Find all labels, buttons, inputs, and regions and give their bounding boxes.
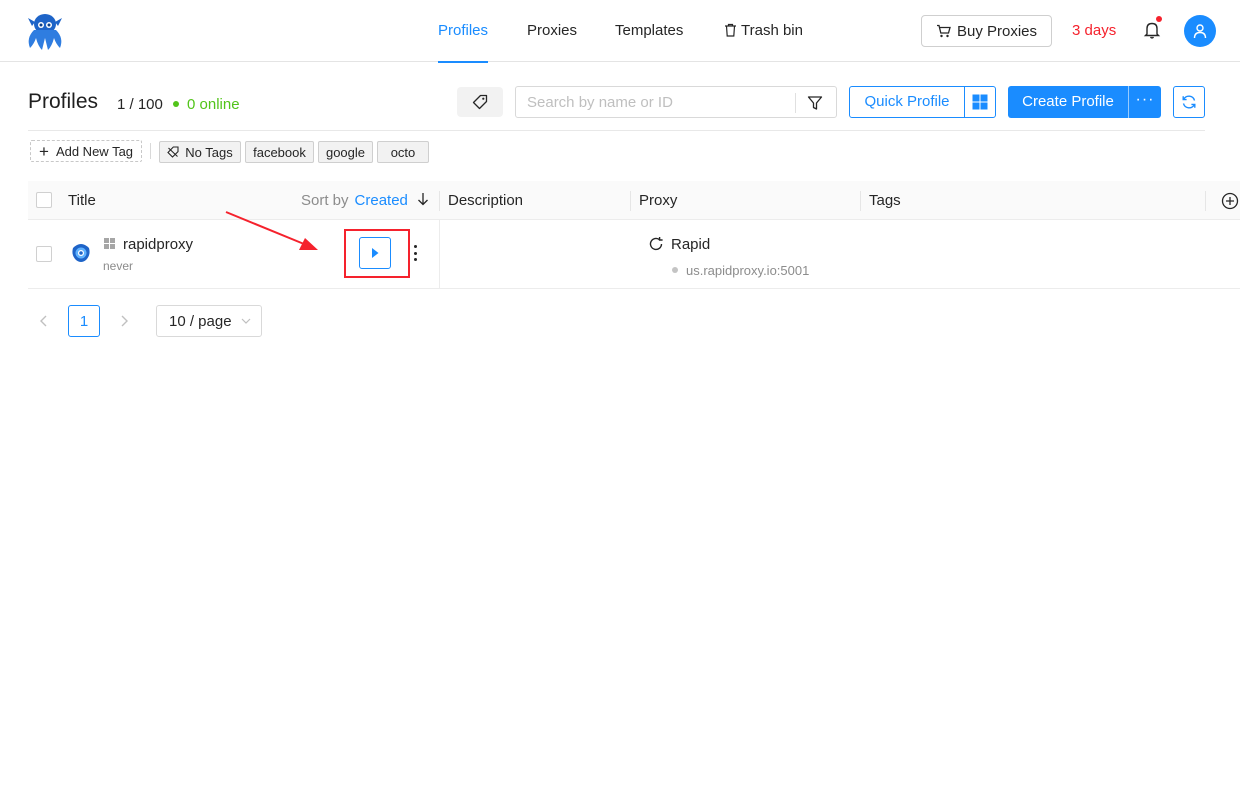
refresh-icon xyxy=(1182,95,1196,109)
tab-proxies-label: Proxies xyxy=(527,22,578,39)
profile-name[interactable]: rapidproxy xyxy=(123,236,193,253)
plus-icon: + xyxy=(39,141,49,161)
chevron-down-icon xyxy=(241,318,251,324)
tag-chip-facebook[interactable]: facebook xyxy=(245,141,314,163)
online-dot xyxy=(173,101,179,107)
no-tag-icon xyxy=(167,146,179,158)
tag-chip-label: google xyxy=(325,144,366,160)
dot xyxy=(413,245,417,248)
column-divider xyxy=(630,191,631,211)
tag-filter-button[interactable] xyxy=(457,87,503,117)
proxy-host: us.rapidproxy.io:5001 xyxy=(686,263,810,278)
tag-chip-google[interactable]: google xyxy=(318,141,373,163)
sort-control: Sort by Created xyxy=(301,181,429,220)
start-profile-button[interactable] xyxy=(359,237,391,269)
tab-profiles[interactable]: Profiles xyxy=(438,0,489,63)
tab-templates-label: Templates xyxy=(615,22,684,39)
next-page-icon[interactable] xyxy=(116,312,132,330)
filter-icon[interactable] xyxy=(806,94,824,112)
sort-by-label: Sort by xyxy=(301,192,349,209)
windows-icon xyxy=(972,94,988,110)
tab-profiles-label: Profiles xyxy=(438,22,489,39)
tag-chip-label: facebook xyxy=(253,144,306,160)
search-divider xyxy=(795,93,796,113)
tag-chip-octo[interactable]: octo xyxy=(377,141,429,163)
column-tags: Tags xyxy=(869,192,901,209)
tab-proxies[interactable]: Proxies xyxy=(527,0,577,62)
tab-trash-bin-label: Trash bin xyxy=(741,22,803,39)
page-title: Profiles xyxy=(28,90,99,113)
search-input[interactable] xyxy=(516,87,796,117)
row-actions-menu-button[interactable] xyxy=(409,242,421,264)
tag-icon xyxy=(472,94,488,110)
create-profile-more-button[interactable]: ··· xyxy=(1129,86,1161,118)
trash-icon xyxy=(725,23,736,37)
online-status: 0 online xyxy=(173,96,240,113)
dot xyxy=(413,251,417,255)
add-new-tag-button[interactable]: + Add New Tag xyxy=(30,140,142,162)
search-box xyxy=(515,86,837,118)
user-icon xyxy=(1193,24,1207,39)
no-tags-label: No Tags xyxy=(185,144,233,160)
trial-days-remaining: 3 days xyxy=(1072,22,1117,39)
previous-page-icon[interactable] xyxy=(36,312,52,330)
column-divider xyxy=(1205,191,1206,211)
row-checkbox[interactable] xyxy=(36,246,52,262)
column-divider xyxy=(860,191,861,211)
play-icon xyxy=(372,248,379,258)
profile-browser-icon xyxy=(72,244,90,262)
online-count: 0 online xyxy=(187,96,240,113)
tag-chip-no-tags[interactable]: No Tags xyxy=(159,141,241,163)
tag-divider xyxy=(150,143,151,159)
dot xyxy=(413,258,417,261)
top-navigation-bar: Profiles Proxies Templates Trash bin Buy… xyxy=(0,0,1240,63)
tab-trash-bin[interactable]: Trash bin xyxy=(724,0,803,62)
user-avatar[interactable] xyxy=(1184,15,1216,47)
page-size-value: 10 / page xyxy=(169,312,232,330)
create-profile-group: Create Profile ··· xyxy=(1008,86,1161,118)
profile-last-run: never xyxy=(103,259,134,273)
proxy-refresh-icon[interactable] xyxy=(648,236,664,252)
tab-templates[interactable]: Templates xyxy=(615,0,683,62)
column-description: Description xyxy=(448,192,524,209)
header-divider xyxy=(28,130,1205,131)
add-column-icon[interactable] xyxy=(1221,192,1239,210)
column-proxy: Proxy xyxy=(639,192,678,209)
cart-icon xyxy=(936,24,951,38)
column-divider xyxy=(439,191,440,211)
column-title: Title xyxy=(68,192,96,209)
tag-chip-label: octo xyxy=(390,144,416,160)
buy-proxies-button[interactable]: Buy Proxies xyxy=(921,15,1052,47)
proxy-name: Rapid xyxy=(671,236,711,253)
octopus-logo[interactable] xyxy=(24,10,66,52)
bell-icon[interactable] xyxy=(1143,20,1161,40)
quick-profile-button[interactable]: Quick Profile xyxy=(850,87,965,117)
select-all-checkbox[interactable] xyxy=(36,192,52,208)
quick-profile-os-button[interactable] xyxy=(965,87,995,117)
add-new-tag-label: Add New Tag xyxy=(55,143,134,159)
proxy-status-dot xyxy=(672,267,678,273)
table-header: Title Sort by Created Description Proxy T… xyxy=(28,181,1240,220)
page-number-current[interactable]: 1 xyxy=(68,305,100,337)
quick-profile-group: Quick Profile xyxy=(849,86,996,118)
annotation-arrow xyxy=(225,211,318,250)
windows-os-icon xyxy=(104,238,115,249)
notification-dot xyxy=(1156,16,1162,22)
create-profile-button[interactable]: Create Profile xyxy=(1008,86,1129,118)
arrow-down-icon[interactable] xyxy=(417,192,429,206)
page-size-select[interactable]: 10 / page xyxy=(156,305,262,337)
table-row[interactable]: rapidproxy never Rapid us.rapidproxy.io:… xyxy=(28,220,1240,289)
buy-proxies-label: Buy Proxies xyxy=(956,22,1038,40)
column-divider xyxy=(439,220,440,288)
profile-count: 1 / 100 xyxy=(117,96,163,113)
sort-field-created[interactable]: Created xyxy=(355,192,408,209)
refresh-button[interactable] xyxy=(1173,86,1205,118)
